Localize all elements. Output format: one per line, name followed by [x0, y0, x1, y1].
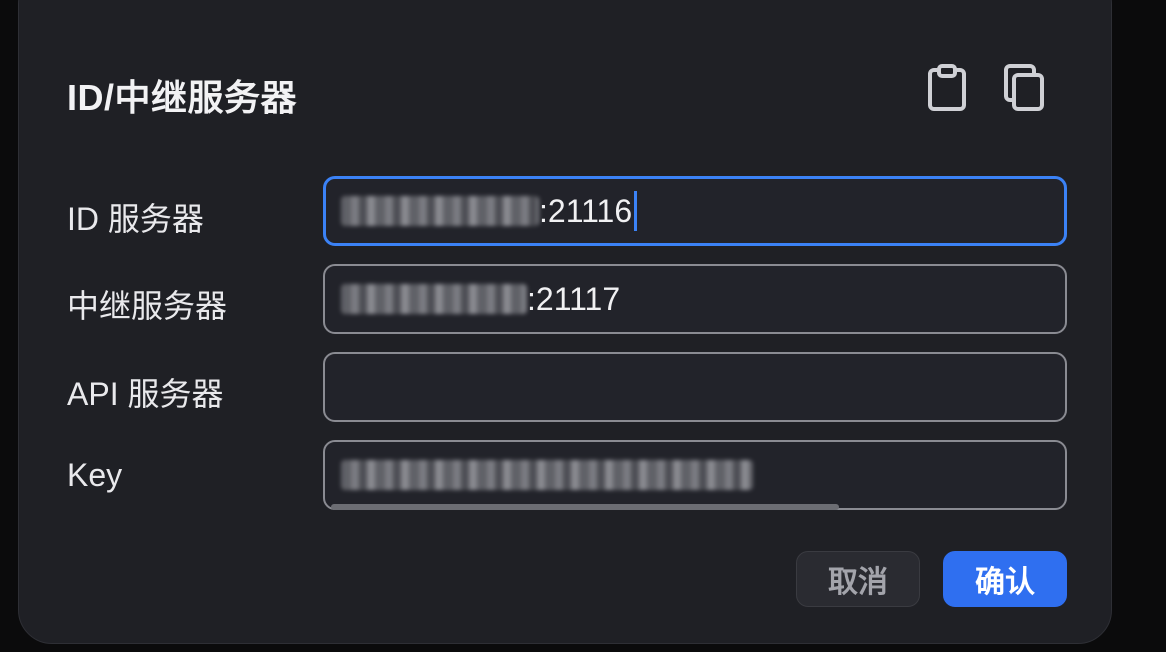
id-server-input[interactable]: :21116	[323, 176, 1067, 246]
relay-server-input[interactable]: :21117	[323, 264, 1067, 334]
id-server-label: ID 服务器	[67, 201, 204, 237]
redacted-value	[341, 284, 527, 314]
copy-icon[interactable]	[1003, 63, 1047, 113]
id-server-port: :21116	[539, 192, 633, 229]
api-server-input[interactable]	[323, 352, 1067, 422]
text-caret	[634, 191, 638, 231]
confirm-button[interactable]: 确认	[943, 551, 1067, 607]
clipboard-paste-icon[interactable]	[925, 63, 969, 113]
redacted-value	[341, 460, 753, 490]
api-server-label: API 服务器	[67, 376, 224, 412]
redacted-value	[341, 196, 539, 226]
relay-server-port: :21117	[527, 280, 621, 317]
dialog-title: ID/中继服务器	[67, 77, 298, 118]
key-input[interactable]	[323, 440, 1067, 510]
relay-server-label: 中继服务器	[67, 288, 228, 324]
cancel-button[interactable]: 取消	[796, 551, 920, 607]
key-input-scrollbar[interactable]	[331, 504, 839, 510]
server-settings-dialog: ID/中继服务器 ID 服务器 :21116 中继服务器 :21117 API …	[18, 0, 1112, 644]
key-label: Key	[67, 457, 123, 493]
